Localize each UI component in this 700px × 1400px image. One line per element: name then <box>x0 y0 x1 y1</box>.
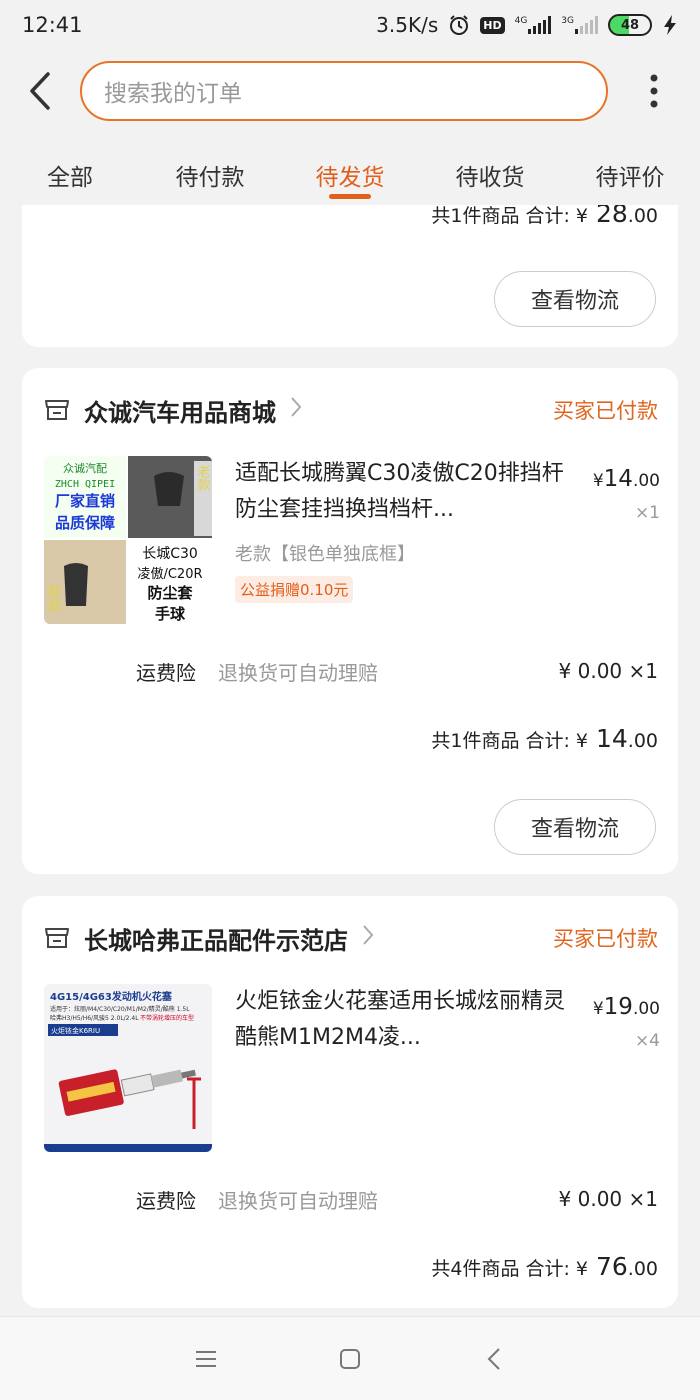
order-card: 共1件商品 合计: ¥ 28.00 查看物流 <box>22 205 678 347</box>
order-total: 共4件商品 合计: ¥ 76.00 <box>431 1252 658 1281</box>
insurance-label: 运费险 <box>136 1188 196 1213</box>
thumb-text: 4G15/4G63发动机火花塞 <box>50 990 173 1003</box>
thumb-text: 防尘套 <box>147 584 193 602</box>
top-bar: 搜索我的订单 <box>0 50 700 132</box>
more-button[interactable] <box>608 50 700 132</box>
thumb-text: 老款 <box>195 465 211 491</box>
product-thumbnail[interactable]: 众诚汽配 ZHCH QIPEI 厂家直销 品质保障 老款 长城C30 凌傲/C2… <box>44 456 212 624</box>
menu-icon <box>196 1350 216 1367</box>
hd-icon: HD <box>480 16 505 34</box>
store-icon <box>45 928 69 948</box>
shop-header[interactable]: 长城哈弗正品配件示范店 买家已付款 <box>44 918 658 958</box>
signal-4g-label: 4G <box>514 16 528 26</box>
search-input[interactable]: 搜索我的订单 <box>80 61 608 121</box>
nav-back-button[interactable] <box>477 1342 511 1376</box>
total-amount: ¥ 14.00 <box>575 724 658 753</box>
total-label: 合计: <box>525 205 570 227</box>
product-title[interactable]: 火炬铱金火花塞适用长城炫丽精灵酷熊M1M2M4凌... <box>235 984 565 1056</box>
product-sku: 老款【银色单独底框】 <box>235 544 415 565</box>
clock: 12:41 <box>22 13 83 37</box>
product-quantity: ×1 <box>634 503 660 523</box>
thumb-text: 众诚汽配 <box>63 461 107 475</box>
insurance-price: ¥ 0.00 ×1 <box>558 659 658 683</box>
menu-button[interactable] <box>189 1342 223 1376</box>
search-placeholder: 搜索我的订单 <box>104 81 242 107</box>
product-price: ¥14.00 <box>592 466 660 492</box>
home-button[interactable] <box>333 1342 367 1376</box>
signal-3g-icon: 3G <box>561 16 598 34</box>
thumb-text: 不带涡轮增压的车型 <box>140 1014 194 1022</box>
item-count: 共1件商品 <box>431 730 520 752</box>
order-total: 共1件商品 合计: ¥ 14.00 <box>431 724 658 753</box>
tab-pending-shipment[interactable]: 待发货 <box>280 132 420 208</box>
thumb-text: 哈弗H3/H5/H6/风骏5 2.0L/2.4L <box>50 1014 139 1022</box>
thumb-text: 厂家直销 <box>55 492 115 510</box>
thumb-text: 品质保障 <box>55 514 115 532</box>
thumb-text: 新款 <box>46 584 62 612</box>
chevron-right-icon <box>362 924 374 952</box>
view-logistics-button[interactable]: 查看物流 <box>494 799 656 855</box>
charging-icon <box>662 14 678 36</box>
shop-name: 众诚汽车用品商城 <box>84 398 276 427</box>
order-tabs: 全部 待付款 待发货 待收货 待评价 <box>0 132 700 208</box>
more-vertical-icon <box>650 74 658 108</box>
order-status: 买家已付款 <box>553 399 658 423</box>
product-price: ¥19.00 <box>592 994 660 1020</box>
status-bar: 12:41 3.5K/s HD 4G 3G 48 <box>0 0 700 50</box>
tab-pending-review[interactable]: 待评价 <box>560 132 700 208</box>
insurance-desc: 退换货可自动理赔 <box>218 1188 378 1213</box>
shop-header[interactable]: 众诚汽车用品商城 买家已付款 <box>44 390 658 430</box>
battery-icon: 48 <box>608 14 652 36</box>
order-total: 共1件商品 合计: ¥ 28.00 <box>431 205 658 228</box>
thumb-text: 火炬铱金K6RIU <box>51 1026 100 1035</box>
total-label: 合计: <box>525 730 570 752</box>
thumb-text: ZHCH QIPEI <box>55 479 115 490</box>
back-button[interactable] <box>0 50 80 132</box>
view-logistics-button[interactable]: 查看物流 <box>494 271 656 327</box>
signal-3g-label: 3G <box>561 16 574 26</box>
shop-name: 长城哈弗正品配件示范店 <box>84 926 348 955</box>
network-speed: 3.5K/s <box>376 13 439 37</box>
order-status: 买家已付款 <box>553 927 658 951</box>
total-label: 合计: <box>525 1258 570 1280</box>
thumb-text: 手球 <box>155 605 186 623</box>
signal-4g-icon: 4G <box>515 16 552 34</box>
product-title[interactable]: 适配长城腾翼C30凌傲C20排挡杆防尘套挂挡换挡档杆... <box>235 456 565 528</box>
system-nav-bar <box>0 1316 700 1400</box>
tab-all[interactable]: 全部 <box>0 132 140 208</box>
insurance-label: 运费险 <box>136 660 196 685</box>
thumb-text: 凌傲/C20R <box>137 567 202 582</box>
total-amount: ¥ 76.00 <box>575 1252 658 1281</box>
back-arrow-icon <box>30 72 50 110</box>
insurance-desc: 退换货可自动理赔 <box>218 660 378 685</box>
product-quantity: ×4 <box>634 1031 660 1051</box>
product-thumbnail[interactable]: 4G15/4G63发动机火花塞 适用于：炫丽/M4/C30/C20/M1/M2/… <box>44 984 212 1152</box>
alarm-icon <box>448 14 470 36</box>
item-count: 共1件商品 <box>431 205 520 227</box>
order-card: 长城哈弗正品配件示范店 买家已付款 4G15/4G63发动机火花塞 适用于：炫丽… <box>22 896 678 1308</box>
tab-pending-payment[interactable]: 待付款 <box>140 132 280 208</box>
nav-back-icon <box>487 1347 500 1370</box>
shipping-insurance-row: 运费险 退换货可自动理赔 ¥ 0.00 ×1 <box>136 656 658 686</box>
charity-badge: 公益捐赠0.10元 <box>235 576 354 603</box>
insurance-price: ¥ 0.00 ×1 <box>558 1187 658 1211</box>
item-count: 共4件商品 <box>431 1258 520 1280</box>
store-icon <box>45 400 69 420</box>
home-square-icon <box>340 1348 360 1369</box>
thumb-text: 长城C30 <box>142 546 198 562</box>
total-amount: ¥ 28.00 <box>575 205 658 228</box>
order-card: 众诚汽车用品商城 买家已付款 众诚汽配 ZHCH QIPEI 厂家直销 品质保障… <box>22 368 678 874</box>
tab-pending-receipt[interactable]: 待收货 <box>420 132 560 208</box>
chevron-right-icon <box>290 396 302 424</box>
thumb-text: 适用于：炫丽/M4/C30/C20/M1/M2/精灵/酷熊 1.5L <box>50 1005 190 1013</box>
shipping-insurance-row: 运费险 退换货可自动理赔 ¥ 0.00 ×1 <box>136 1184 658 1214</box>
